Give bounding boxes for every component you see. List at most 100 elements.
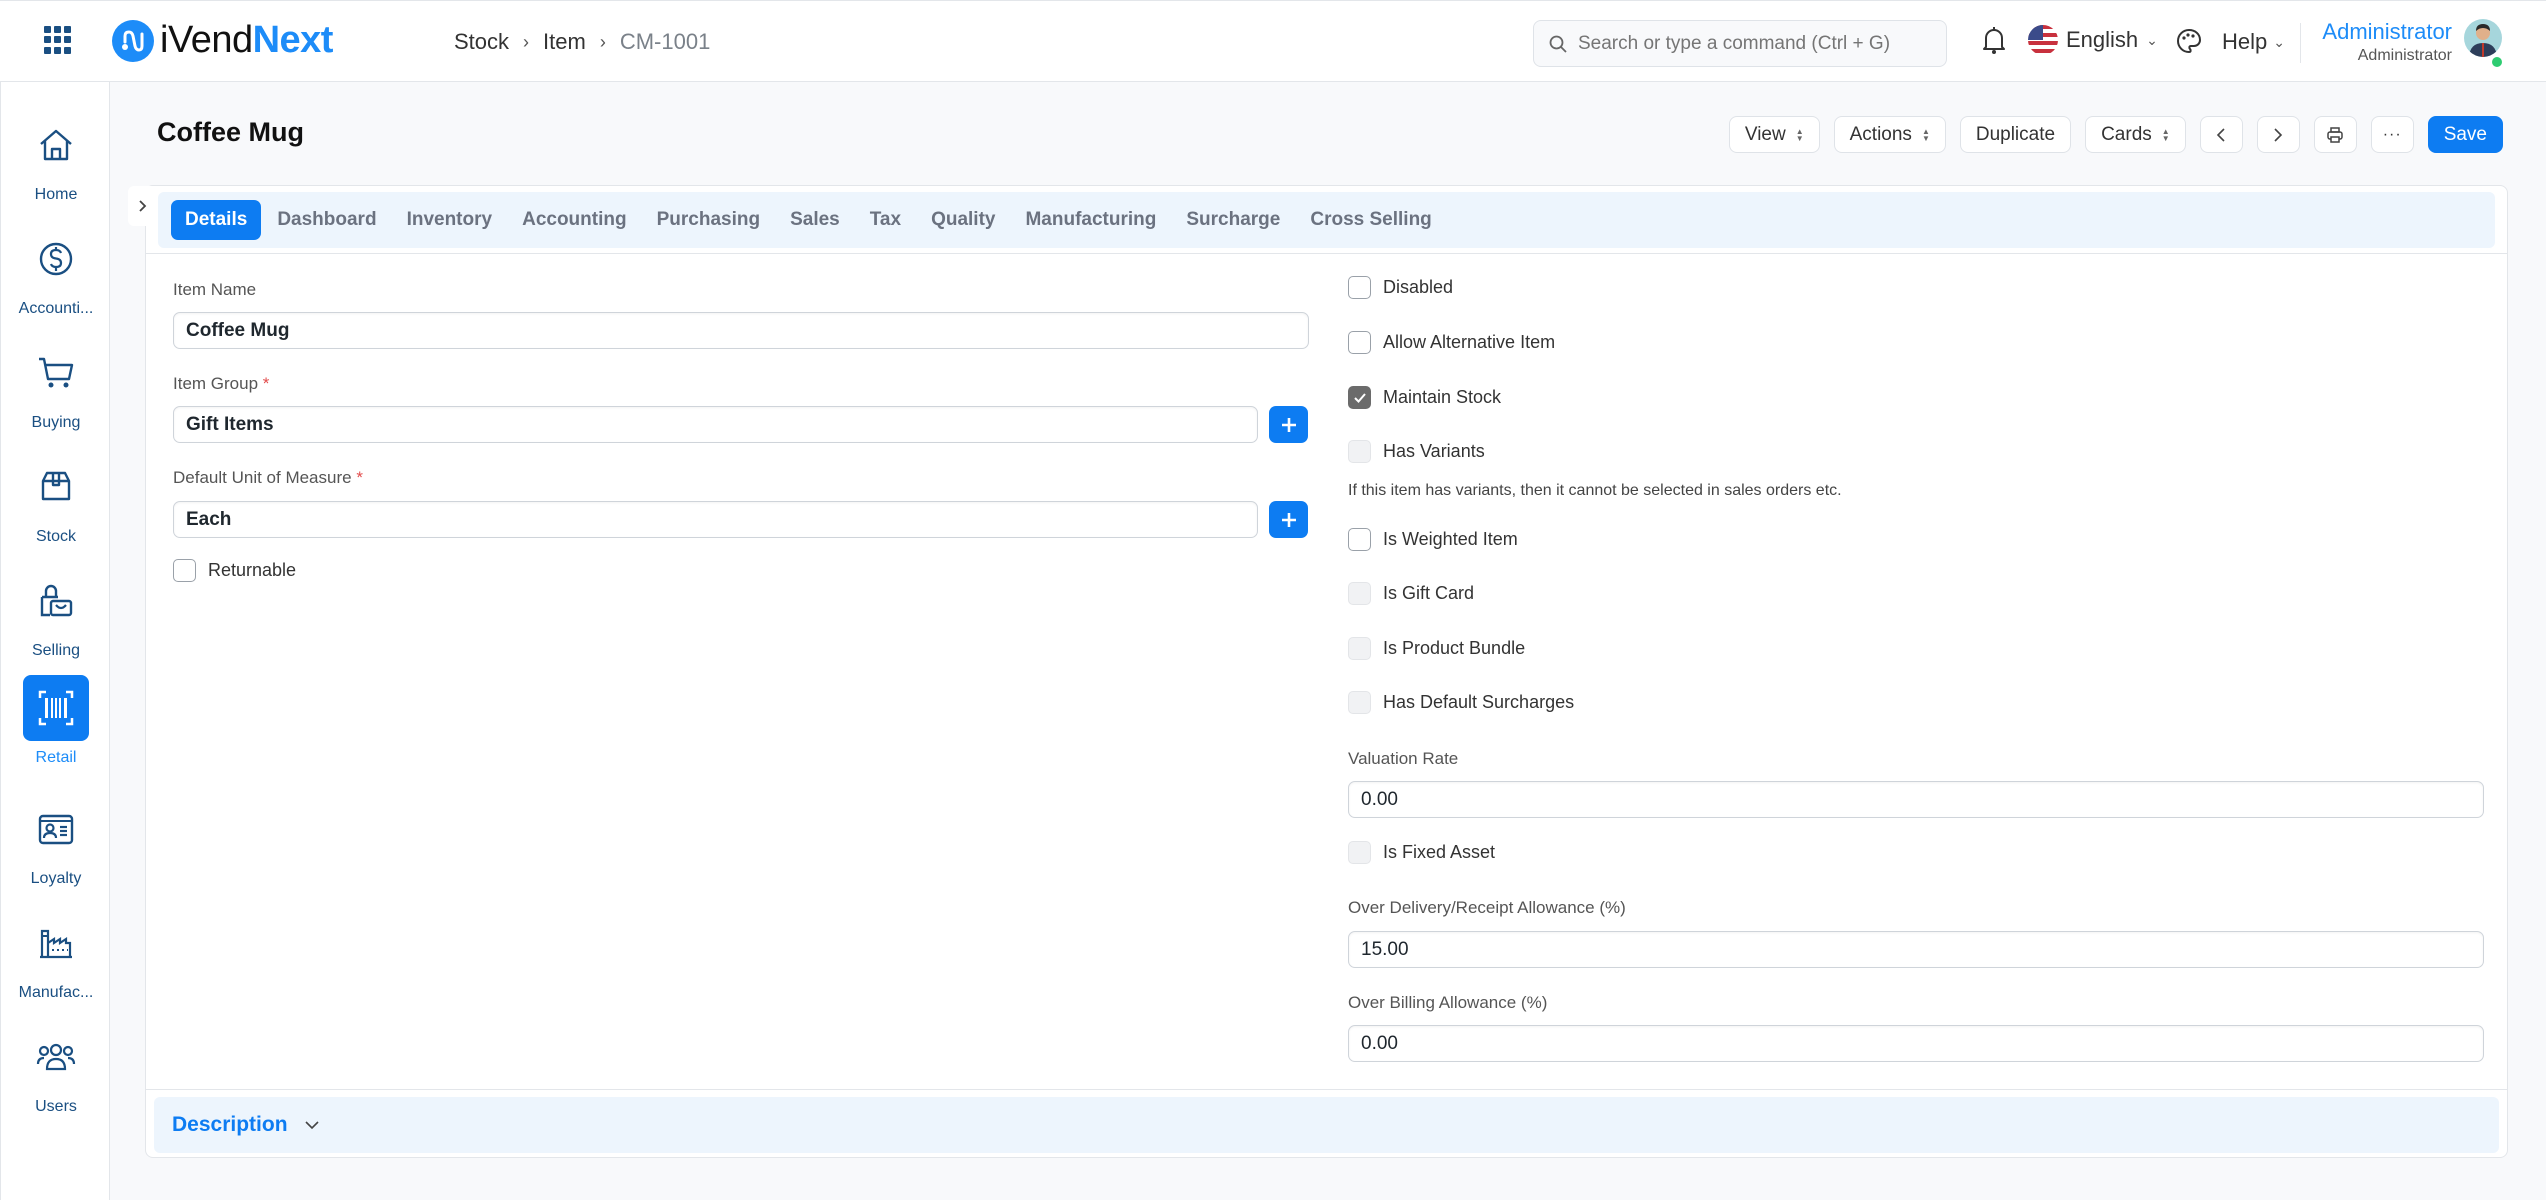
sidebar-expand-toggle[interactable] [128, 186, 158, 226]
has-variants-checkbox[interactable]: Has Variants [1348, 440, 1485, 463]
tab-details[interactable]: Details [171, 200, 262, 240]
avatar[interactable] [2464, 19, 2502, 57]
add-item-group-button[interactable] [1269, 406, 1308, 443]
is-weighted-item-checkbox[interactable]: Is Weighted Item [1348, 528, 1518, 551]
us-flag-icon [2028, 25, 2058, 55]
logo[interactable]: iVendNext [112, 19, 333, 62]
checkbox-box[interactable] [1348, 331, 1371, 354]
breadcrumb-item[interactable]: Item [543, 29, 586, 55]
chevron-right-icon: › [599, 31, 606, 52]
print-button[interactable] [2313, 116, 2357, 153]
language-selector[interactable]: English ⌄ [2028, 25, 2158, 55]
checkbox-box[interactable] [1348, 841, 1371, 864]
add-uom-button[interactable] [1269, 501, 1308, 538]
is-fixed-asset-checkbox[interactable]: Is Fixed Asset [1348, 841, 1495, 864]
tab-cross-selling[interactable]: Cross Selling [1296, 200, 1445, 240]
tab-sales[interactable]: Sales [776, 200, 854, 240]
cart-icon [39, 357, 74, 388]
has-default-surcharges-checkbox[interactable]: Has Default Surcharges [1348, 691, 1574, 714]
notifications-bell-icon[interactable] [1980, 25, 2008, 60]
uom-input[interactable]: Each [173, 501, 1258, 538]
checkbox-box[interactable] [1348, 691, 1371, 714]
checkbox-box[interactable] [1348, 386, 1371, 409]
description-section-toggle[interactable]: Description [154, 1097, 2499, 1153]
checkbox-box[interactable] [1348, 582, 1371, 605]
checkbox-box[interactable] [1348, 440, 1371, 463]
sidebar-item-buying[interactable]: Buying [1, 340, 111, 432]
save-button[interactable]: Save [2427, 116, 2503, 153]
checkbox-box[interactable] [1348, 528, 1371, 551]
sort-updown-icon: ▲ ▼ [2161, 126, 2170, 143]
apps-grid-icon[interactable] [44, 26, 72, 54]
logo-mark-icon [112, 19, 154, 62]
sidebar-item-accounting[interactable]: Accounti... [1, 226, 111, 318]
sort-updown-icon: ▲ ▼ [1795, 126, 1804, 143]
online-status-dot [2492, 57, 2502, 67]
search-input[interactable] [1578, 32, 1938, 55]
tab-inventory[interactable]: Inventory [393, 200, 507, 240]
sidebar-item-stock[interactable]: Stock [1, 454, 111, 546]
shopping-bag-icon [40, 584, 73, 617]
tab-quality[interactable]: Quality [917, 200, 1009, 240]
cards-button[interactable]: Cards ▲ ▼ [2085, 116, 2186, 153]
view-button[interactable]: View ▲ ▼ [1728, 116, 1820, 153]
breadcrumb: Stock › Item › CM-1001 [454, 29, 710, 55]
help-menu[interactable]: Help ⌄ [2222, 29, 2285, 55]
checkbox-label: Allow Alternative Item [1383, 332, 1556, 352]
user-menu[interactable]: Administrator Administrator [2320, 19, 2452, 65]
theme-palette-icon[interactable] [2175, 27, 2203, 60]
item-name-input[interactable]: Coffee Mug [173, 312, 1309, 349]
is-product-bundle-checkbox[interactable]: Is Product Bundle [1348, 637, 1525, 660]
tab-dashboard[interactable]: Dashboard [263, 200, 390, 240]
tab-surcharge[interactable]: Surcharge [1172, 200, 1294, 240]
checkbox-label: Maintain Stock [1383, 387, 1502, 407]
disabled-checkbox[interactable]: Disabled [1348, 276, 1453, 299]
over-billing-input[interactable]: 0.00 [1348, 1025, 2484, 1062]
maintain-stock-checkbox[interactable]: Maintain Stock [1348, 386, 1501, 409]
tab-tax[interactable]: Tax [856, 200, 915, 240]
allow-alternative-item-checkbox[interactable]: Allow Alternative Item [1348, 331, 1555, 354]
required-indicator: * [262, 374, 270, 393]
search-box[interactable] [1533, 20, 1947, 67]
next-button[interactable] [2256, 116, 2300, 153]
sidebar-item-selling[interactable]: Selling [1, 568, 111, 660]
sidebar-item-home[interactable]: Home [1, 112, 111, 204]
item-name-label: Item Name [173, 280, 257, 299]
sidebar: Home Accounti... Buying Stock Selling Re… [0, 82, 110, 1200]
sidebar-label: Accounti... [18, 300, 94, 317]
returnable-checkbox[interactable]: Returnable [173, 559, 296, 582]
tab-purchasing[interactable]: Purchasing [643, 200, 774, 240]
user-role: Administrator [2357, 47, 2452, 64]
sidebar-item-retail[interactable]: Retail [1, 675, 111, 767]
checkbox-box[interactable] [173, 559, 196, 582]
checkbox-box[interactable] [1348, 276, 1371, 299]
id-card-icon [38, 814, 74, 845]
more-options-button[interactable]: ··· [2370, 116, 2414, 153]
divider [146, 1089, 2507, 1090]
tab-accounting[interactable]: Accounting [508, 200, 641, 240]
item-group-label-text: Item Group [173, 374, 259, 393]
dollar-icon [39, 242, 73, 276]
cards-label: Cards [2101, 123, 2152, 145]
sidebar-item-manufacturing[interactable]: Manufac... [1, 910, 111, 1002]
valuation-rate-input[interactable]: 0.00 [1348, 781, 2484, 818]
duplicate-button[interactable]: Duplicate [1959, 116, 2072, 153]
divider [2300, 23, 2301, 63]
sidebar-label: Buying [31, 414, 81, 431]
over-delivery-input[interactable]: 15.00 [1348, 931, 2484, 968]
item-group-input[interactable]: Gift Items [173, 406, 1258, 443]
checkbox-box[interactable] [1348, 637, 1371, 660]
brand-part-ivend: iVend [160, 19, 253, 61]
checkbox-label: Is Product Bundle [1383, 638, 1526, 658]
top-navbar: iVendNext Stock › Item › CM-1001 English… [0, 0, 2546, 82]
tab-manufacturing[interactable]: Manufacturing [1011, 200, 1170, 240]
is-gift-card-checkbox[interactable]: Is Gift Card [1348, 582, 1474, 605]
breadcrumb-stock[interactable]: Stock [454, 29, 509, 55]
description-section-title: Description [172, 1113, 288, 1136]
previous-button[interactable] [2199, 116, 2243, 153]
home-icon [40, 129, 72, 161]
actions-button[interactable]: Actions ▲ ▼ [1833, 116, 1946, 153]
chevron-down-icon: ⌄ [2146, 31, 2158, 48]
sidebar-item-loyalty[interactable]: Loyalty [1, 796, 111, 888]
sidebar-item-users[interactable]: Users [1, 1024, 111, 1116]
